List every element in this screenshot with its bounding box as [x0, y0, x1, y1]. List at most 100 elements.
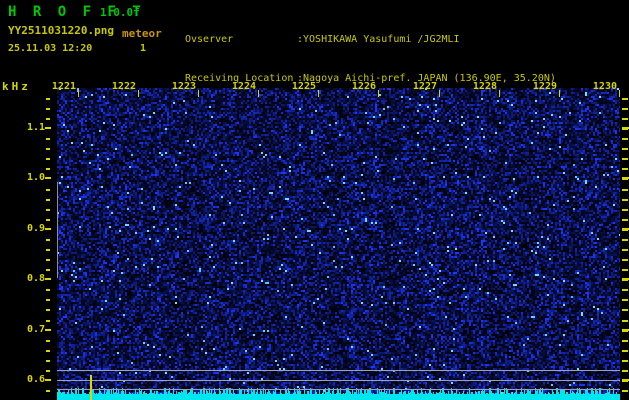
axis-tick — [45, 127, 51, 129]
grid-hline — [57, 380, 620, 381]
axis-tick — [622, 229, 628, 231]
axis-tick — [622, 360, 628, 362]
axis-tick — [46, 320, 50, 322]
axis-tick — [499, 90, 500, 97]
time-axis-label: 1226 — [351, 81, 376, 92]
axis-tick — [45, 278, 51, 280]
axis-tick — [46, 289, 50, 291]
freq-axis-label: 0.9 — [26, 223, 45, 234]
axis-tick — [622, 138, 628, 140]
axis-tick — [622, 199, 628, 201]
axis-tick — [622, 309, 628, 311]
axis-tick — [622, 279, 628, 281]
app-version: 1.0.0f — [100, 6, 140, 19]
axis-tick — [46, 148, 50, 150]
axis-tick — [378, 90, 379, 97]
grid-hline — [57, 389, 620, 390]
axis-tick — [622, 370, 628, 372]
meteor-echo-marker — [90, 375, 92, 400]
axis-tick — [622, 289, 628, 291]
axis-tick — [46, 158, 50, 160]
axis-tick — [258, 90, 259, 97]
time-axis-label: 1230 — [592, 81, 617, 92]
axis-tick — [46, 269, 50, 271]
output-filename: YY2511031220.png — [8, 24, 114, 37]
axis-tick — [622, 189, 628, 191]
axis-tick — [622, 350, 628, 352]
axis-tick — [45, 228, 51, 230]
axis-tick — [46, 299, 50, 301]
axis-tick — [622, 178, 628, 180]
axis-tick — [622, 128, 628, 130]
axis-tick — [45, 379, 51, 381]
time-axis-label: 1229 — [532, 81, 557, 92]
axis-tick — [45, 177, 51, 179]
time-axis-label: 1225 — [291, 81, 316, 92]
axis-tick — [46, 259, 50, 261]
time-axis-label: 1228 — [472, 81, 497, 92]
axis-tick — [46, 199, 50, 201]
freq-axis-unit: kHz — [2, 80, 31, 93]
axis-tick — [622, 340, 628, 342]
axis-tick — [619, 90, 620, 97]
axis-tick — [46, 350, 50, 352]
spectrogram-canvas — [57, 88, 620, 400]
axis-tick — [622, 259, 628, 261]
echo-count: 1 — [140, 43, 147, 54]
axis-tick — [622, 380, 628, 382]
hrofft-window: H R O F F T 1.0.0f YY2511031220.png mete… — [0, 0, 629, 400]
axis-tick — [46, 249, 50, 251]
freq-axis-label: 1.0 — [26, 172, 45, 183]
time-axis-label: 1227 — [412, 81, 437, 92]
axis-tick — [46, 189, 50, 191]
axis-tick — [46, 360, 50, 362]
axis-tick — [622, 209, 628, 211]
axis-tick — [622, 249, 628, 251]
axis-tick — [622, 98, 628, 100]
axis-tick — [46, 370, 50, 372]
time-axis-label: 1221 — [51, 81, 76, 92]
mode-label: meteor — [122, 27, 162, 40]
date-time: 25.11.03 12:20 — [8, 43, 93, 54]
axis-tick — [622, 219, 628, 221]
axis-tick — [622, 148, 628, 150]
axis-tick — [622, 108, 628, 110]
axis-tick — [559, 90, 560, 97]
time-axis-label: 1224 — [231, 81, 256, 92]
info-value: :YOSHIKAWA Yasufumi /JG2MLI — [297, 34, 460, 45]
axis-tick — [622, 330, 628, 332]
info-row-observer: Ovserver :YOSHIKAWA Yasufumi /JG2MLI — [185, 33, 556, 46]
axis-tick — [439, 90, 440, 97]
axis-tick — [622, 269, 628, 271]
freq-axis-label: 1.1 — [26, 122, 45, 133]
axis-tick — [46, 209, 50, 211]
freq-axis-label: 0.6 — [26, 374, 45, 385]
axis-tick — [46, 340, 50, 342]
axis-tick — [46, 239, 50, 241]
axis-tick — [45, 329, 51, 331]
axis-tick — [46, 168, 50, 170]
axis-tick — [622, 320, 628, 322]
axis-tick — [46, 118, 50, 120]
freq-axis-label: 0.8 — [26, 273, 45, 284]
axis-tick — [622, 299, 628, 301]
info-label: Ovserver — [185, 34, 234, 45]
axis-tick — [622, 239, 628, 241]
axis-tick — [318, 90, 319, 97]
axis-tick — [198, 90, 199, 97]
freq-range-marker — [57, 182, 58, 278]
axis-tick — [622, 118, 628, 120]
axis-tick — [78, 90, 79, 97]
grid-hline — [57, 370, 620, 371]
time-axis-label: 1222 — [111, 81, 136, 92]
axis-tick — [46, 309, 50, 311]
axis-tick — [46, 390, 50, 392]
freq-axis-label: 0.7 — [26, 324, 45, 335]
time-axis-label: 1223 — [171, 81, 196, 92]
axis-tick — [622, 168, 628, 170]
axis-tick — [46, 219, 50, 221]
axis-tick — [622, 158, 628, 160]
axis-tick — [46, 138, 50, 140]
axis-tick — [622, 390, 628, 392]
axis-tick — [46, 98, 50, 100]
